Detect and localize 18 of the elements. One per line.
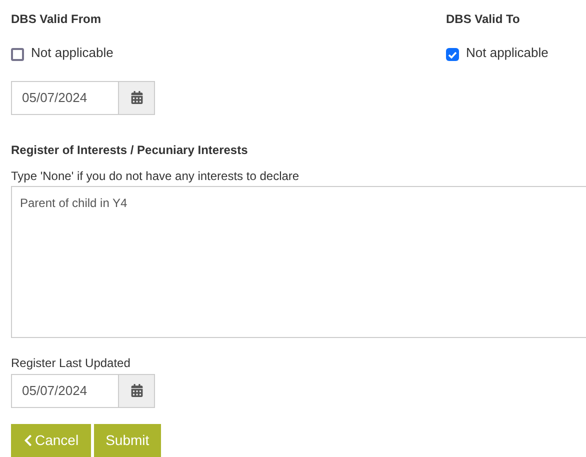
field-label: DBS Valid From bbox=[11, 11, 102, 25]
checkbox[interactable] bbox=[11, 48, 24, 62]
field-label: Register Last Updated bbox=[11, 354, 132, 372]
date-field[interactable]: 05/07/2024 bbox=[11, 80, 119, 114]
date-field[interactable]: 05/07/2024 bbox=[11, 374, 119, 408]
checkbox-label: Not applicable bbox=[31, 44, 114, 62]
field-hint: Type 'None' if you do not have any interests to declare bbox=[11, 168, 300, 184]
chevron-left-icon bbox=[23, 434, 33, 447]
check-icon bbox=[448, 50, 457, 59]
checkbox[interactable] bbox=[446, 48, 459, 62]
calendar-button[interactable] bbox=[119, 80, 155, 114]
checkbox-label: Not applicable bbox=[466, 44, 548, 62]
section-heading: Register of Interests / Pecuniary Interests bbox=[11, 142, 249, 158]
interests-field[interactable]: Parent of child in Y4 bbox=[11, 186, 586, 338]
calendar-icon bbox=[130, 384, 142, 397]
calendar-icon bbox=[130, 91, 142, 104]
field-label: DBS Valid To bbox=[446, 11, 521, 25]
calendar-button[interactable] bbox=[119, 374, 155, 408]
